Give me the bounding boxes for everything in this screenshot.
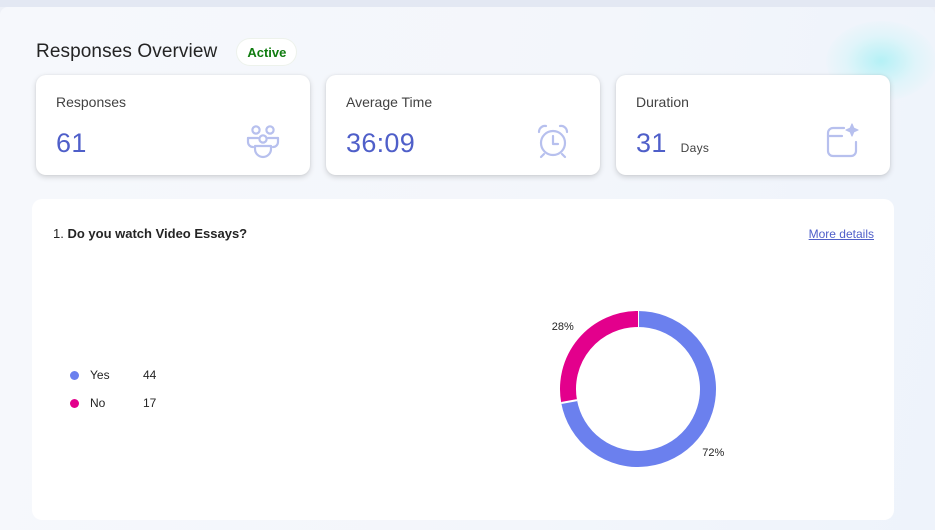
question-title: 1. Do you watch Video Essays? <box>53 226 247 241</box>
duration-value: 31 Days <box>636 128 709 159</box>
legend-dot-yes <box>70 370 79 380</box>
duration-card: Duration 31 Days <box>616 75 890 175</box>
alarm-clock-icon <box>534 122 572 160</box>
top-strip <box>0 0 935 7</box>
status-badge: Active <box>237 39 297 65</box>
donut-chart-svg: 72% 28% <box>552 311 724 467</box>
legend-count-yes: 44 <box>143 368 157 382</box>
legend-dot-no <box>70 398 79 408</box>
page-title: Responses Overview <box>36 41 218 62</box>
more-details-link[interactable]: More details <box>809 227 874 241</box>
responses-value: 61 <box>56 128 87 159</box>
question-text: Do you watch Video Essays? <box>67 226 248 241</box>
calendar-sparkle-icon <box>824 122 862 160</box>
question-card: 1. Do you watch Video Essays? More detai… <box>32 199 894 520</box>
responses-card: Responses 61 <box>36 75 310 175</box>
responses-panel: Responses Overview Active Responses 61 A… <box>0 7 935 530</box>
people-group-icon <box>244 122 282 160</box>
donut-slice-no[interactable] <box>560 311 639 403</box>
overview-header: Responses Overview Active <box>36 35 297 69</box>
duration-label: Duration <box>636 94 689 110</box>
responses-count: 61 <box>56 128 87 158</box>
donut-label-yes: 72% <box>702 447 724 459</box>
chart-legend: Yes 44 No 17 <box>70 361 156 417</box>
legend-label-no: No <box>90 396 106 410</box>
responses-label: Responses <box>56 94 127 110</box>
duration-unit: Days <box>680 141 710 155</box>
donut-label-no: 28% <box>552 321 574 333</box>
legend-item-yes[interactable]: Yes 44 <box>70 361 156 389</box>
legend-label-yes: Yes <box>90 368 110 382</box>
duration-number: 31 <box>636 128 667 158</box>
average-time-card: Average Time 36:09 <box>326 75 600 175</box>
average-time-value: 36:09 <box>346 128 415 159</box>
legend-count-no: 17 <box>143 396 157 410</box>
question-number: 1. <box>53 226 64 241</box>
legend-item-no[interactable]: No 17 <box>70 389 156 417</box>
average-time-label: Average Time <box>346 94 433 110</box>
average-time-number: 36:09 <box>346 128 416 158</box>
donut-chart: 72% 28% <box>532 289 792 479</box>
